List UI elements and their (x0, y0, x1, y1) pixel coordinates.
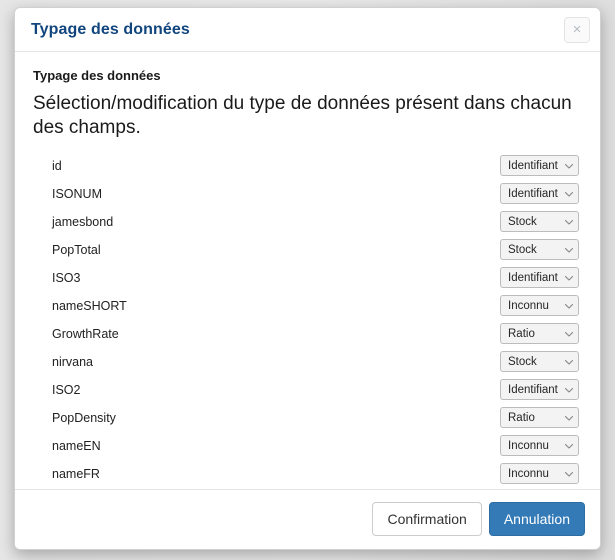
field-row: nameSHORT Inconnu (33, 292, 582, 320)
modal-header: Typage des données × (15, 8, 600, 52)
field-name-label: nameSHORT (52, 298, 127, 313)
field-name-label: jamesbond (52, 214, 114, 229)
modal-title: Typage des données (31, 20, 190, 38)
field-name-label: GrowthRate (52, 326, 119, 341)
cancel-button[interactable]: Annulation (488, 502, 585, 536)
section-description: Sélection/modification du type de donnée… (33, 93, 572, 139)
field-row: ISONUM Identifiant (33, 180, 582, 208)
chevron-down-icon (564, 357, 574, 367)
field-row: ISO3 Identifiant (33, 264, 582, 292)
section-heading: Typage des données (33, 68, 161, 83)
field-type-value: Inconnu (508, 467, 549, 480)
field-type-value: Identifiant (508, 271, 558, 284)
confirm-button[interactable]: Confirmation (372, 502, 482, 536)
field-type-select[interactable]: Ratio (500, 323, 579, 345)
chevron-down-icon (564, 273, 574, 283)
field-type-select[interactable]: Identifiant (500, 155, 579, 177)
modal-footer: Confirmation Annulation (15, 489, 600, 549)
field-type-value: Ratio (508, 411, 535, 424)
chevron-down-icon (564, 329, 574, 339)
chevron-down-icon (564, 189, 574, 199)
field-name-label: ISO3 (52, 270, 81, 285)
field-type-value: Inconnu (508, 439, 549, 452)
chevron-down-icon (564, 245, 574, 255)
field-type-select[interactable]: Identifiant (500, 267, 579, 289)
data-typing-modal: Typage des données × Typage des données … (14, 7, 601, 550)
field-type-select[interactable]: Inconnu (500, 295, 579, 317)
field-type-list: id Identifiant ISONUM Identifiant jamesbond S… (33, 152, 582, 488)
field-row: jamesbond Stock (33, 208, 582, 236)
field-row: nameEN Inconnu (33, 432, 582, 460)
chevron-down-icon (564, 413, 574, 423)
field-row: id Identifiant (33, 152, 582, 180)
chevron-down-icon (564, 469, 574, 479)
field-row: PopDensity Ratio (33, 404, 582, 432)
field-type-select[interactable]: Ratio (500, 407, 579, 429)
chevron-down-icon (564, 385, 574, 395)
field-name-label: PopDensity (52, 410, 116, 425)
field-name-label: nirvana (52, 354, 93, 369)
chevron-down-icon (564, 217, 574, 227)
chevron-down-icon (564, 301, 574, 311)
field-type-value: Identifiant (508, 159, 558, 172)
field-type-select[interactable]: Stock (500, 351, 579, 373)
field-type-select[interactable]: Stock (500, 211, 579, 233)
field-type-value: Inconnu (508, 299, 549, 312)
field-type-value: Stock (508, 243, 537, 256)
field-row: nameFR Inconnu (33, 460, 582, 488)
field-type-select[interactable]: Identifiant (500, 183, 579, 205)
field-type-value: Stock (508, 215, 537, 228)
field-row: GrowthRate Ratio (33, 320, 582, 348)
field-type-value: Stock (508, 355, 537, 368)
chevron-down-icon (564, 441, 574, 451)
field-type-value: Identifiant (508, 187, 558, 200)
field-type-value: Identifiant (508, 383, 558, 396)
field-row: PopTotal Stock (33, 236, 582, 264)
field-name-label: nameEN (52, 438, 101, 453)
field-name-label: id (52, 158, 62, 173)
field-row: nirvana Stock (33, 348, 582, 376)
modal-body: Typage des données Sélection/modificatio… (15, 52, 600, 489)
field-name-label: ISONUM (52, 186, 102, 201)
field-row: ISO2 Identifiant (33, 376, 582, 404)
field-type-select[interactable]: Stock (500, 239, 579, 261)
field-name-label: PopTotal (52, 242, 101, 257)
close-icon[interactable]: × (564, 17, 590, 43)
field-type-select[interactable]: Inconnu (500, 463, 579, 485)
field-name-label: ISO2 (52, 382, 81, 397)
chevron-down-icon (564, 161, 574, 171)
field-type-select[interactable]: Inconnu (500, 435, 579, 457)
field-name-label: nameFR (52, 466, 100, 481)
field-type-value: Ratio (508, 327, 535, 340)
field-type-select[interactable]: Identifiant (500, 379, 579, 401)
